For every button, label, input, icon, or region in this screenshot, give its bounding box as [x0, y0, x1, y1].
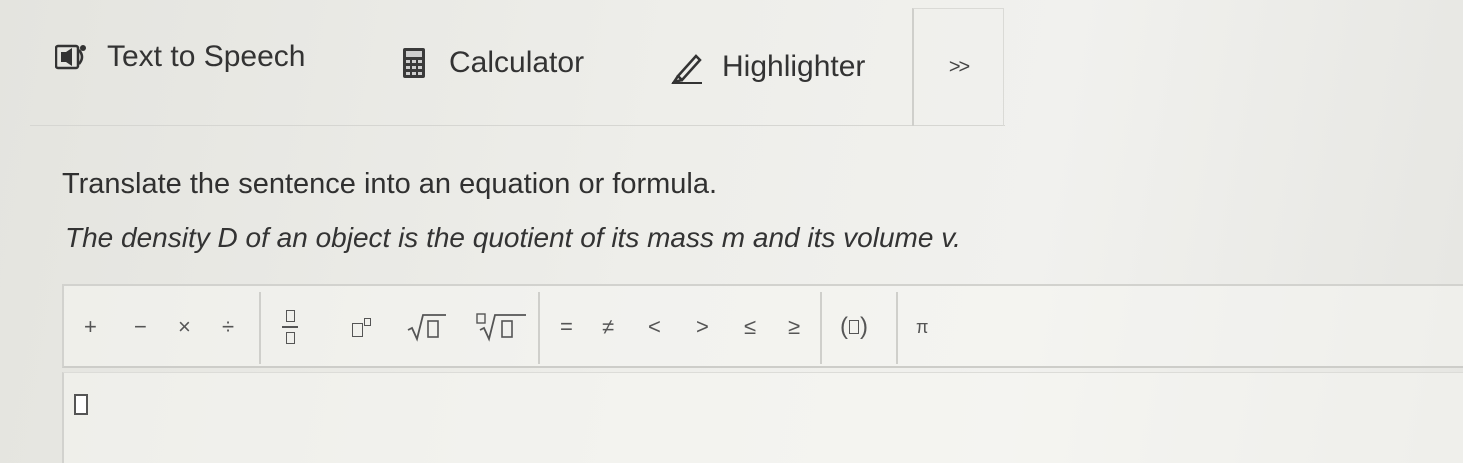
- fraction-bar: [282, 326, 298, 328]
- exponent-power-box: [364, 318, 371, 326]
- answer-input[interactable]: [62, 372, 1463, 463]
- left-paren-icon: (: [840, 313, 848, 340]
- less-equal-button[interactable]: ≤: [744, 312, 756, 342]
- square-root-icon: [407, 314, 446, 342]
- right-paren-icon: ): [860, 313, 868, 340]
- divide-button[interactable]: ÷: [222, 312, 234, 342]
- fraction-numerator-box: [285, 310, 295, 322]
- calculator-button[interactable]: Calculator: [397, 46, 584, 80]
- plus-button[interactable]: +: [84, 312, 97, 342]
- exponent-base-box: [352, 323, 363, 337]
- exponent-button[interactable]: [352, 312, 371, 342]
- parentheses-button[interactable]: ( ): [840, 312, 868, 342]
- more-tools-label: >>: [948, 56, 970, 78]
- greater-than-button[interactable]: >: [696, 312, 709, 342]
- input-placeholder-box: [74, 394, 88, 415]
- less-than-button[interactable]: <: [648, 312, 661, 342]
- pi-button[interactable]: π: [916, 312, 928, 342]
- highlighter-icon: [670, 50, 704, 84]
- page: Text to Speech Calculator Highlighter >>…: [0, 0, 1463, 463]
- highlighter-button[interactable]: Highlighter: [670, 50, 865, 84]
- math-editor-toolbar: + − × ÷ = ≠ < > ≤ ≥ () π: [62, 284, 1463, 368]
- separator: [896, 292, 898, 364]
- separator: [259, 292, 261, 364]
- more-tools-button[interactable]: >>: [912, 8, 1004, 126]
- nth-root-icon: [476, 313, 526, 342]
- text-to-speech-button[interactable]: Text to Speech: [55, 40, 305, 74]
- text-to-speech-label: Text to Speech: [107, 40, 306, 73]
- calculator-label: Calculator: [449, 46, 585, 79]
- times-button[interactable]: ×: [178, 312, 191, 342]
- nth-root-button[interactable]: [476, 312, 528, 342]
- speaker-icon: [55, 40, 89, 74]
- separator: [538, 292, 540, 364]
- question-sentence: The density D of an object is the quotie…: [65, 222, 961, 253]
- greater-equal-button[interactable]: ≥: [788, 312, 800, 342]
- calculator-icon: [397, 46, 431, 80]
- separator: [820, 292, 822, 364]
- equals-button[interactable]: =: [560, 312, 573, 342]
- not-equal-button[interactable]: ≠: [602, 312, 614, 342]
- minus-button[interactable]: −: [134, 312, 147, 342]
- question-instruction: Translate the sentence into an equation …: [62, 168, 718, 200]
- highlighter-label: Highlighter: [722, 50, 866, 83]
- parentheses-box: [849, 320, 859, 334]
- square-root-button[interactable]: [406, 312, 448, 342]
- fraction-denominator-box: [285, 332, 295, 344]
- tools-toolbar: Text to Speech Calculator Highlighter >>: [30, 8, 1005, 126]
- fraction-button[interactable]: [282, 302, 298, 352]
